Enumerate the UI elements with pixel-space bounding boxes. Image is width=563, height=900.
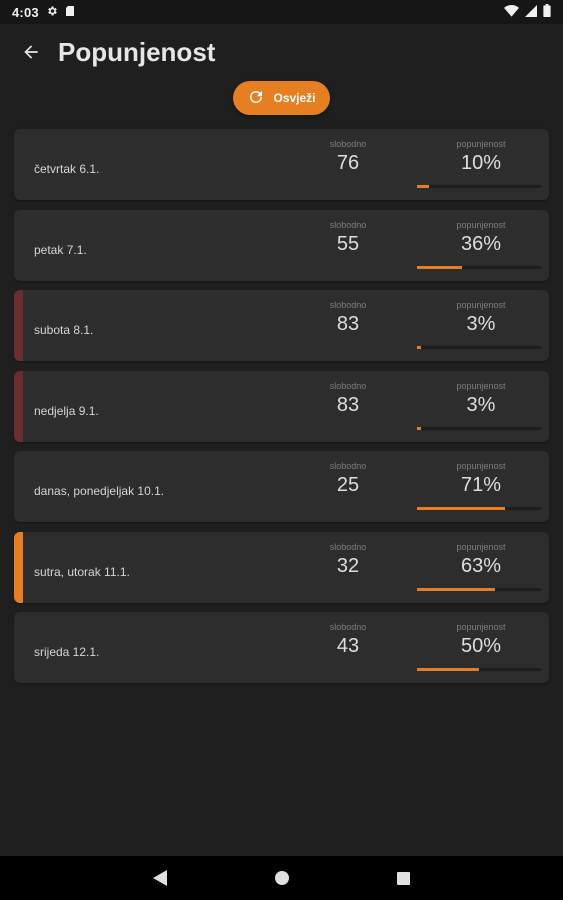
free-value: 83: [336, 313, 360, 335]
occupancy-value: 63%: [460, 554, 502, 577]
free-value: 83: [336, 393, 360, 416]
occupancy-value: 36%: [460, 232, 502, 255]
day-date: četvrtak 6.1.: [34, 162, 100, 176]
occupancy-progress-bar: [417, 265, 541, 269]
refresh-container: Osvježi: [0, 81, 563, 115]
day-card[interactable]: srijeda 12.1. slobodno 43 popunjenost 50%: [14, 612, 549, 683]
occupancy-progress-bar: [417, 507, 541, 510]
day-date: danas, ponedjeljak 10.1.: [34, 484, 165, 498]
free-column: slobodno 32: [314, 542, 382, 578]
free-column: slobodno 83: [314, 381, 382, 417]
refresh-button[interactable]: Osvježi: [233, 81, 330, 115]
free-value: 32: [336, 554, 360, 577]
day-accent-stripe: [14, 531, 23, 603]
day-date: petak 7.1.: [34, 242, 87, 257]
occupancy-progress-fill: [417, 668, 479, 671]
battery-icon: [543, 4, 551, 20]
free-label: slobodno: [329, 300, 367, 310]
free-value: 76: [336, 152, 360, 174]
occupancy-value: 71%: [460, 474, 502, 496]
occupancy-column: popunjenost 63%: [417, 542, 545, 578]
free-label: slobodno: [329, 541, 367, 552]
free-column: slobodno 55: [314, 220, 382, 256]
day-card[interactable]: sutra, utorak 11.1. slobodno 32 popunjenost…: [14, 531, 549, 603]
free-column: slobodno 25: [314, 461, 382, 497]
occupancy-progress-fill: [417, 587, 496, 591]
sd-card-icon: [65, 5, 75, 20]
wifi-icon: [504, 4, 519, 20]
occupancy-column: popunjenost 50%: [417, 622, 545, 658]
occupancy-column: popunjenost 3%: [417, 381, 545, 417]
occupancy-progress-bar: [417, 426, 541, 430]
day-date: srijeda 12.1.: [34, 645, 100, 659]
occupancy-column: popunjenost 3%: [417, 300, 545, 336]
day-date: nedjelja 9.1.: [34, 403, 99, 418]
status-time: 4:03: [12, 4, 39, 20]
refresh-label: Osvježi: [273, 91, 316, 105]
occupancy-column: popunjenost 71%: [417, 461, 545, 497]
occupancy-progress-fill: [417, 507, 506, 510]
free-label: slobodno: [329, 219, 367, 230]
nav-home-icon[interactable]: [271, 867, 293, 889]
back-arrow-icon[interactable]: [18, 39, 44, 65]
nav-back-icon[interactable]: [149, 867, 171, 889]
occupancy-progress-fill: [417, 265, 462, 269]
occupancy-label: popunjenost: [456, 622, 506, 632]
day-card[interactable]: četvrtak 6.1. slobodno 76 popunjenost 10%: [14, 129, 549, 200]
status-bar: 4:03: [0, 0, 563, 24]
day-accent-stripe: [14, 370, 23, 442]
occupancy-progress-bar: [417, 668, 541, 671]
signal-icon: [525, 4, 537, 20]
free-label: slobodno: [329, 622, 367, 632]
app-bar: Popunjenost: [0, 24, 563, 80]
occupancy-label: popunjenost: [456, 461, 506, 471]
free-value: 25: [336, 474, 360, 496]
occupancy-progress-bar: [417, 185, 541, 188]
free-label: slobodno: [329, 139, 367, 149]
occupancy-progress-bar: [417, 587, 541, 591]
day-date: sutra, utorak 11.1.: [34, 564, 130, 579]
day-card[interactable]: petak 7.1. slobodno 55 popunjenost 36%: [14, 209, 549, 281]
free-value: 43: [336, 635, 360, 657]
occupancy-label: popunjenost: [456, 380, 506, 391]
free-column: slobodno 83: [314, 300, 382, 336]
occupancy-progress-fill: [417, 346, 421, 349]
occupancy-label: popunjenost: [456, 541, 506, 552]
free-label: slobodno: [329, 380, 367, 391]
occupancy-value: 3%: [466, 313, 496, 335]
occupancy-label: popunjenost: [456, 139, 506, 149]
occupancy-label: popunjenost: [456, 219, 506, 230]
day-accent-stripe: [14, 290, 23, 361]
day-date: subota 8.1.: [34, 323, 94, 337]
free-label: slobodno: [329, 461, 367, 471]
status-left: 4:03: [12, 5, 75, 20]
free-column: slobodno 76: [314, 139, 382, 175]
day-card[interactable]: nedjelja 9.1. slobodno 83 popunjenost 3%: [14, 370, 549, 442]
navigation-bar: [0, 856, 563, 900]
occupancy-column: popunjenost 36%: [417, 220, 545, 256]
occupancy-label: popunjenost: [456, 300, 506, 310]
occupancy-progress-bar: [417, 346, 541, 349]
occupancy-value: 50%: [460, 635, 502, 657]
occupancy-list: četvrtak 6.1. slobodno 76 popunjenost 10% pet…: [0, 129, 563, 683]
free-value: 55: [336, 232, 360, 255]
free-column: slobodno 43: [314, 622, 382, 658]
occupancy-value: 10%: [460, 152, 502, 174]
page-title: Popunjenost: [58, 36, 216, 67]
occupancy-column: popunjenost 10%: [417, 139, 545, 175]
status-right: [504, 4, 551, 20]
day-card[interactable]: subota 8.1. slobodno 83 popunjenost 3%: [14, 290, 549, 361]
occupancy-value: 3%: [466, 393, 496, 416]
gear-icon: [46, 5, 58, 20]
occupancy-progress-fill: [417, 426, 421, 430]
nav-recents-icon[interactable]: [393, 867, 415, 889]
day-card[interactable]: danas, ponedjeljak 10.1. slobodno 25 popunj…: [14, 451, 549, 522]
occupancy-progress-fill: [417, 185, 430, 188]
refresh-icon: [247, 88, 265, 109]
